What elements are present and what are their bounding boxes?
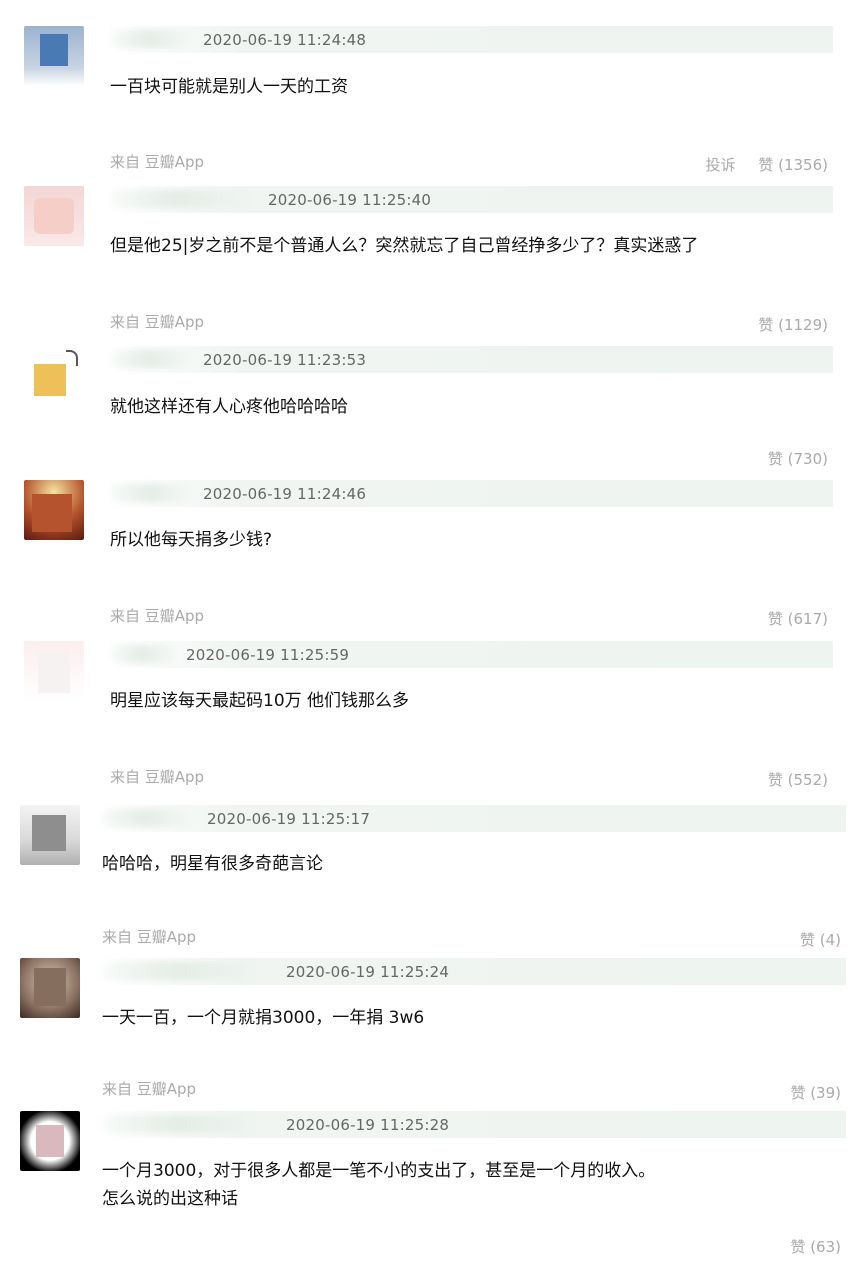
username-blurred[interactable] (110, 190, 250, 208)
username-blurred[interactable] (110, 645, 175, 663)
comment-actions: 赞 (1129) (740, 314, 828, 335)
like-button[interactable]: 赞 (1129) (758, 316, 828, 334)
like-button[interactable]: 赞 (63) (790, 1238, 841, 1256)
comment-text-line: 一个月3000，对于很多人都是一笔不小的支出了，甚至是一个月的收入。 (102, 1161, 656, 1181)
comment-meta-bar: 2020-06-19 11:25:17 (101, 805, 846, 832)
comment-timestamp: 2020-06-19 11:25:17 (207, 810, 371, 828)
comment-timestamp: 2020-06-19 11:24:48 (203, 31, 367, 49)
comment-meta-bar: 2020-06-19 11:25:59 (110, 641, 833, 668)
comment-actions: 赞 (4) (782, 929, 841, 950)
comment-meta-bar: 2020-06-19 11:24:46 (110, 480, 833, 507)
comment-timestamp: 2020-06-19 11:25:59 (186, 646, 350, 664)
comment-text: 但是他25|岁之前不是个普通人么？突然就忘了自己曾经挣多少了？真实迷惑了 (110, 236, 699, 256)
comment-meta-bar: 2020-06-19 11:24:48 (110, 26, 833, 53)
username-blurred[interactable] (110, 484, 190, 502)
comment-meta-bar: 2020-06-19 11:23:53 (110, 346, 833, 373)
comment-text: 明星应该每天最起码10万 他们钱那么多 (110, 691, 410, 711)
comment-meta-bar: 2020-06-19 11:25:24 (101, 958, 846, 985)
comment-actions: 赞 (39) (772, 1082, 841, 1103)
comment-actions: 赞 (730) (750, 448, 828, 469)
comment-actions: 赞 (617) (750, 608, 828, 629)
username-blurred[interactable] (110, 350, 190, 368)
comment-text: 哈哈哈，明星有很多奇葩言论 (102, 854, 323, 874)
avatar[interactable] (24, 26, 84, 86)
avatar[interactable] (24, 186, 84, 246)
comment-text-line: 怎么说的出这种话 (102, 1189, 238, 1209)
comment-text: 所以他每天捐多少钱? (110, 530, 273, 550)
comment-source: 来自 豆瓣App (102, 928, 197, 946)
comment-source: 来自 豆瓣App (110, 313, 205, 331)
comment-actions: 赞 (63) (772, 1236, 841, 1257)
like-button[interactable]: 赞 (39) (790, 1084, 841, 1102)
avatar[interactable] (24, 641, 84, 701)
like-button[interactable]: 赞 (730) (768, 450, 828, 468)
username-blurred[interactable] (110, 30, 190, 48)
username-blurred[interactable] (101, 1115, 261, 1133)
comment-meta-bar: 2020-06-19 11:25:40 (110, 186, 833, 213)
like-button[interactable]: 赞 (552) (768, 771, 828, 789)
comment-text: 一百块可能就是别人一天的工资 (110, 77, 348, 97)
avatar[interactable] (20, 1111, 80, 1171)
comment-text: 一天一百，一个月就捐3000，一年捐 3w6 (102, 1008, 425, 1028)
username-blurred[interactable] (101, 962, 261, 980)
comment-timestamp: 2020-06-19 11:25:40 (268, 191, 432, 209)
comment-timestamp: 2020-06-19 11:25:24 (286, 963, 450, 981)
comment-source: 来自 豆瓣App (110, 607, 205, 625)
like-button[interactable]: 赞 (1356) (758, 156, 828, 174)
avatar[interactable] (20, 805, 80, 865)
avatar[interactable] (24, 480, 84, 540)
like-button[interactable]: 赞 (617) (768, 610, 828, 628)
comment-actions: 赞 (552) (750, 769, 828, 790)
avatar[interactable] (20, 958, 80, 1018)
comment-timestamp: 2020-06-19 11:25:28 (286, 1116, 450, 1134)
comment-timestamp: 2020-06-19 11:24:46 (203, 485, 367, 503)
like-button[interactable]: 赞 (4) (800, 931, 841, 949)
comment-source: 来自 豆瓣App (102, 1080, 197, 1098)
report-link[interactable]: 投诉 (706, 156, 736, 174)
comment-text: 就他这样还有人心疼他哈哈哈哈 (110, 397, 348, 417)
comment-source: 来自 豆瓣App (110, 153, 205, 171)
comment-source: 来自 豆瓣App (110, 768, 205, 786)
comment-timestamp: 2020-06-19 11:23:53 (203, 351, 367, 369)
comment-text: 一个月3000，对于很多人都是一笔不小的支出了，甚至是一个月的收入。 怎么说的出… (102, 1157, 655, 1213)
avatar[interactable] (24, 346, 84, 406)
comment-meta-bar: 2020-06-19 11:25:28 (101, 1111, 846, 1138)
comment-actions: 投诉 赞 (1356) (688, 154, 828, 175)
username-blurred[interactable] (101, 809, 191, 827)
